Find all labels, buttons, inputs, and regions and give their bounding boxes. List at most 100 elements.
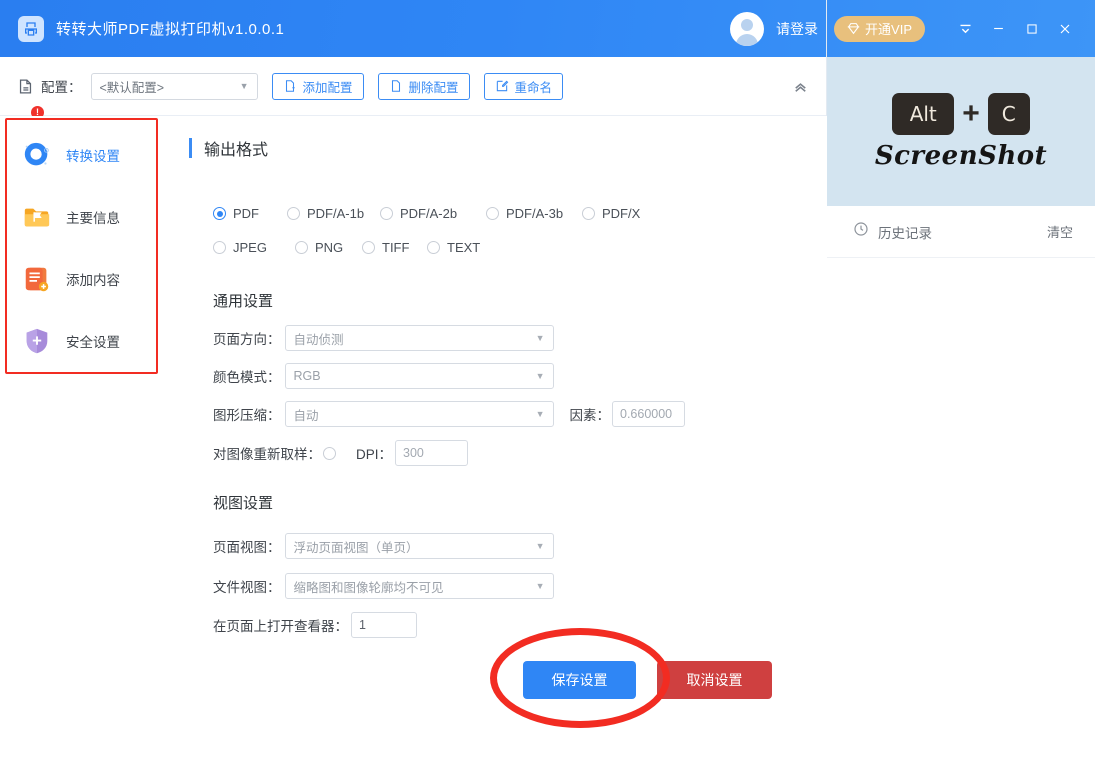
sidebar-item-main-info[interactable]: 主要信息 <box>22 196 152 238</box>
open-viewer-value: 1 <box>359 618 366 632</box>
graphics-compression-row: 图形压缩： 自动 ▼ 因素： 0.660000 <box>213 401 685 427</box>
convert-settings-icon <box>22 140 52 170</box>
file-view-row: 文件视图： 缩略图和图像轮廓均不可见 ▼ <box>213 573 554 599</box>
output-format-radio-row-1: PDF PDF/A-1b PDF/A-2b PDF/A-3b PDF/X <box>213 206 640 221</box>
resample-radio[interactable] <box>323 447 336 460</box>
screenshot-word: ScreenShot <box>875 141 1047 171</box>
radio-png[interactable]: PNG <box>295 240 362 255</box>
radio-label: PNG <box>315 240 343 255</box>
page-orientation-label: 页面方向： <box>213 328 281 348</box>
radio-label: PDF/A-3b <box>506 206 563 221</box>
radio-pdf-a-1b[interactable]: PDF/A-1b <box>287 206 380 221</box>
login-link[interactable]: 请登录 <box>776 19 818 39</box>
factor-value: 0.660000 <box>620 407 672 421</box>
cancel-button[interactable]: 取消设置 <box>657 661 772 699</box>
screenshot-ad-banner[interactable]: Alt + C ScreenShot <box>827 57 1095 206</box>
sidebar-item-security[interactable]: 安全设置 <box>22 320 152 362</box>
radio-pdf-x[interactable]: PDF/X <box>582 206 640 221</box>
plus-icon: + <box>962 99 980 129</box>
right-panel: Alt + C ScreenShot 历史记录 清空 <box>827 57 1095 765</box>
file-view-value: 缩略图和图像轮廓均不可见 <box>294 577 444 596</box>
radio-dot <box>380 207 393 220</box>
double-chevron-up-icon[interactable] <box>786 74 814 99</box>
open-vip-button[interactable]: 开通VIP <box>834 16 925 42</box>
radio-dot <box>295 241 308 254</box>
radio-tiff[interactable]: TIFF <box>362 240 427 255</box>
page-orientation-value: 自动侦测 <box>294 329 344 348</box>
open-viewer-label: 在页面上打开查看器： <box>213 615 348 635</box>
delete-config-label: 删除配置 <box>409 77 459 96</box>
file-icon <box>389 79 403 93</box>
config-select[interactable]: <默认配置> ▼ <box>91 73 258 100</box>
save-button[interactable]: 保存设置 <box>523 661 636 699</box>
graphics-compression-value: 自动 <box>294 405 319 424</box>
sidebar-item-convert-settings[interactable]: 转换设置 <box>22 134 152 176</box>
view-settings-title: 视图设置 <box>213 492 273 513</box>
rename-button[interactable]: 重命名 <box>484 73 564 100</box>
page-orientation-row: 页面方向： 自动侦测 ▼ <box>213 325 554 351</box>
dpi-label: DPI： <box>356 443 392 463</box>
radio-dot <box>582 207 595 220</box>
sidebar-item-label: 转换设置 <box>66 145 120 165</box>
app-window: 转转大师PDF虚拟打印机v1.0.0.1 请登录 开通VIP <box>0 0 1095 765</box>
page-orientation-select[interactable]: 自动侦测 ▼ <box>285 325 554 351</box>
sidebar-item-label: 安全设置 <box>66 331 120 351</box>
add-content-doc-icon <box>22 264 52 294</box>
color-mode-label: 颜色模式： <box>213 366 281 386</box>
edit-pencil-icon <box>495 79 509 93</box>
diamond-icon <box>847 22 860 35</box>
page-view-select[interactable]: 浮动页面视图（单页） ▼ <box>285 533 554 559</box>
dpi-input[interactable]: 300 <box>395 440 468 466</box>
dpi-value: 300 <box>403 446 424 460</box>
config-toolbar: ! 配置： <默认配置> ▼ 添加配置 删除配置 重命名 <box>0 57 827 116</box>
resample-label: 对图像重新取样： <box>213 443 321 463</box>
maximize-icon[interactable] <box>1015 11 1048 47</box>
file-view-label: 文件视图： <box>213 576 281 596</box>
chevron-down-icon: ▼ <box>528 409 545 419</box>
resample-row: 对图像重新取样： DPI： 300 <box>213 440 468 466</box>
add-config-button[interactable]: 添加配置 <box>272 73 364 100</box>
chevron-down-icon: ▼ <box>240 81 249 91</box>
radio-label: TIFF <box>382 240 409 255</box>
window-controls <box>949 11 1081 47</box>
history-label: 历史记录 <box>878 222 932 242</box>
config-select-value: <默认配置> <box>100 77 165 96</box>
radio-pdf-a-3b[interactable]: PDF/A-3b <box>486 206 582 221</box>
main-info-folder-icon <box>22 202 52 232</box>
radio-dot <box>362 241 375 254</box>
radio-label: PDF/A-2b <box>400 206 457 221</box>
minimize-icon[interactable] <box>982 11 1015 47</box>
chevron-down-icon: ▼ <box>528 541 545 551</box>
open-viewer-row: 在页面上打开查看器： 1 <box>213 612 417 638</box>
radio-text[interactable]: TEXT <box>427 240 480 255</box>
radio-pdf[interactable]: PDF <box>213 206 287 221</box>
config-file-icon: ! <box>17 78 34 95</box>
color-mode-select[interactable]: RGB ▼ <box>285 363 554 389</box>
radio-label: PDF/A-1b <box>307 206 364 221</box>
rename-label: 重命名 <box>515 77 553 96</box>
sidebar-item-label: 添加内容 <box>66 269 120 289</box>
sidebar: 转换设置 主要信息 <box>0 116 172 765</box>
menu-caret-icon[interactable] <box>949 11 982 47</box>
open-viewer-input[interactable]: 1 <box>351 612 417 638</box>
clear-history-button[interactable]: 清空 <box>1047 222 1073 241</box>
graphics-compression-select[interactable]: 自动 ▼ <box>285 401 554 427</box>
radio-dot <box>486 207 499 220</box>
radio-dot <box>287 207 300 220</box>
sidebar-item-add-content[interactable]: 添加内容 <box>22 258 152 300</box>
chevron-down-icon: ▼ <box>528 371 545 381</box>
radio-jpeg[interactable]: JPEG <box>213 240 295 255</box>
output-format-title: 输出格式 <box>204 136 268 160</box>
radio-pdf-a-2b[interactable]: PDF/A-2b <box>380 206 486 221</box>
history-header: 历史记录 清空 <box>827 206 1095 258</box>
chevron-down-icon: ▼ <box>528 581 545 591</box>
avatar[interactable] <box>730 12 764 46</box>
color-mode-row: 颜色模式： RGB ▼ <box>213 363 554 389</box>
close-icon[interactable] <box>1048 11 1081 47</box>
delete-config-button[interactable]: 删除配置 <box>378 73 470 100</box>
add-config-label: 添加配置 <box>303 77 353 96</box>
page-view-value: 浮动页面视图（单页） <box>294 537 419 556</box>
radio-label: JPEG <box>233 240 267 255</box>
factor-input[interactable]: 0.660000 <box>612 401 685 427</box>
file-view-select[interactable]: 缩略图和图像轮廓均不可见 ▼ <box>285 573 554 599</box>
